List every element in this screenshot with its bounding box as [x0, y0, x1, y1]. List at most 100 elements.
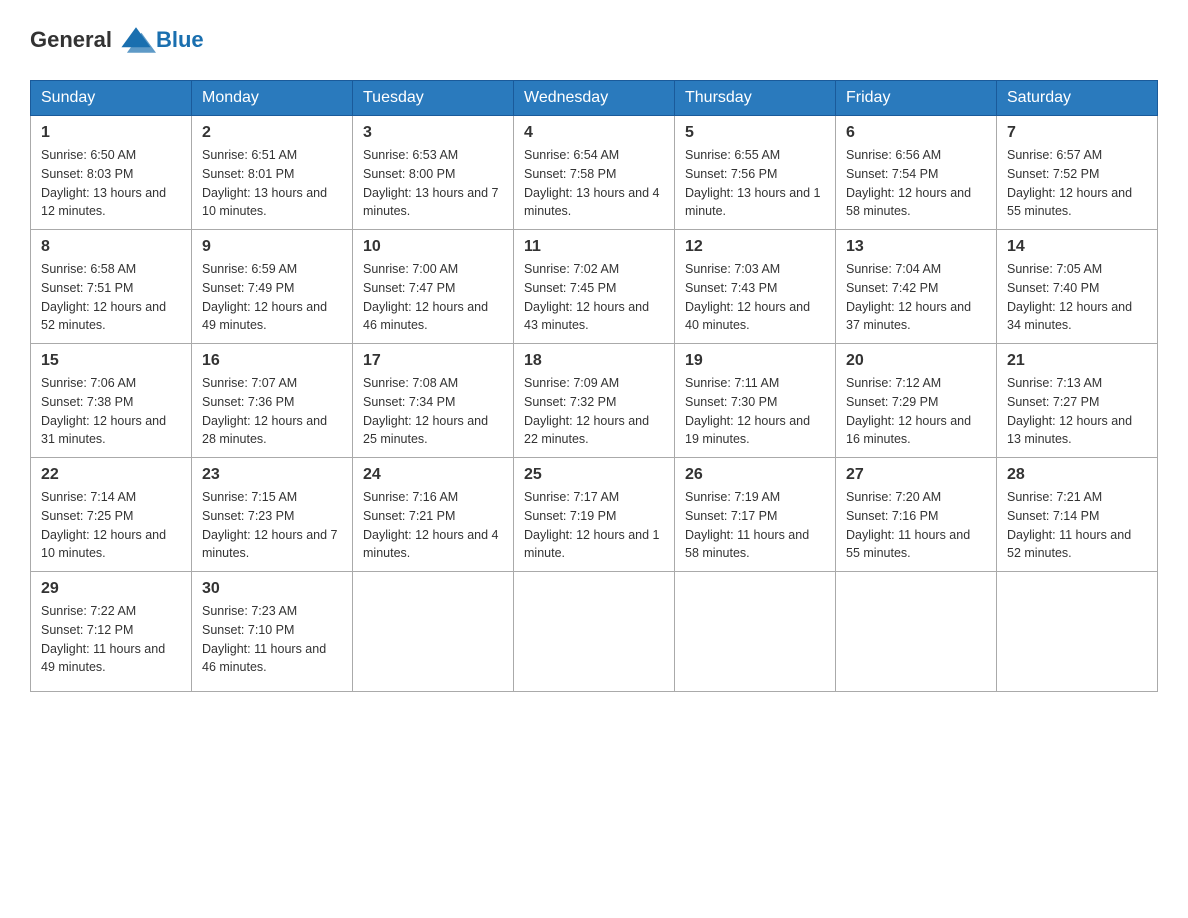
calendar-cell: 23 Sunrise: 7:15 AMSunset: 7:23 PMDayligh… [192, 458, 353, 572]
logo: General Blue [30, 20, 204, 60]
calendar-cell: 12 Sunrise: 7:03 AMSunset: 7:43 PMDayligh… [675, 230, 836, 344]
day-info: Sunrise: 6:58 AMSunset: 7:51 PMDaylight:… [41, 260, 181, 335]
day-info: Sunrise: 6:53 AMSunset: 8:00 PMDaylight:… [363, 146, 503, 221]
day-number: 16 [202, 352, 342, 370]
day-number: 27 [846, 466, 986, 484]
day-number: 22 [41, 466, 181, 484]
day-info: Sunrise: 7:20 AMSunset: 7:16 PMDaylight:… [846, 488, 986, 563]
day-number: 23 [202, 466, 342, 484]
calendar-cell: 26 Sunrise: 7:19 AMSunset: 7:17 PMDayligh… [675, 458, 836, 572]
calendar-week-row: 22 Sunrise: 7:14 AMSunset: 7:25 PMDayligh… [31, 458, 1158, 572]
day-info: Sunrise: 7:13 AMSunset: 7:27 PMDaylight:… [1007, 374, 1147, 449]
day-info: Sunrise: 7:07 AMSunset: 7:36 PMDaylight:… [202, 374, 342, 449]
day-info: Sunrise: 7:03 AMSunset: 7:43 PMDaylight:… [685, 260, 825, 335]
calendar-cell: 6 Sunrise: 6:56 AMSunset: 7:54 PMDaylight… [836, 116, 997, 230]
calendar-cell: 22 Sunrise: 7:14 AMSunset: 7:25 PMDayligh… [31, 458, 192, 572]
day-info: Sunrise: 7:23 AMSunset: 7:10 PMDaylight:… [202, 602, 342, 677]
calendar-cell: 16 Sunrise: 7:07 AMSunset: 7:36 PMDayligh… [192, 344, 353, 458]
calendar-cell: 10 Sunrise: 7:00 AMSunset: 7:47 PMDayligh… [353, 230, 514, 344]
day-info: Sunrise: 7:15 AMSunset: 7:23 PMDaylight:… [202, 488, 342, 563]
day-info: Sunrise: 7:14 AMSunset: 7:25 PMDaylight:… [41, 488, 181, 563]
calendar-cell [997, 572, 1158, 692]
calendar-cell: 21 Sunrise: 7:13 AMSunset: 7:27 PMDayligh… [997, 344, 1158, 458]
calendar-cell: 18 Sunrise: 7:09 AMSunset: 7:32 PMDayligh… [514, 344, 675, 458]
day-number: 5 [685, 124, 825, 142]
calendar-cell: 14 Sunrise: 7:05 AMSunset: 7:40 PMDayligh… [997, 230, 1158, 344]
day-number: 15 [41, 352, 181, 370]
day-number: 3 [363, 124, 503, 142]
day-info: Sunrise: 6:56 AMSunset: 7:54 PMDaylight:… [846, 146, 986, 221]
page-header: General Blue [30, 20, 1158, 60]
day-info: Sunrise: 7:05 AMSunset: 7:40 PMDaylight:… [1007, 260, 1147, 335]
day-info: Sunrise: 7:09 AMSunset: 7:32 PMDaylight:… [524, 374, 664, 449]
calendar-week-row: 8 Sunrise: 6:58 AMSunset: 7:51 PMDaylight… [31, 230, 1158, 344]
day-number: 19 [685, 352, 825, 370]
day-number: 24 [363, 466, 503, 484]
day-number: 12 [685, 238, 825, 256]
day-info: Sunrise: 6:50 AMSunset: 8:03 PMDaylight:… [41, 146, 181, 221]
day-info: Sunrise: 6:54 AMSunset: 7:58 PMDaylight:… [524, 146, 664, 221]
day-info: Sunrise: 7:16 AMSunset: 7:21 PMDaylight:… [363, 488, 503, 563]
day-number: 10 [363, 238, 503, 256]
day-number: 7 [1007, 124, 1147, 142]
calendar-cell: 8 Sunrise: 6:58 AMSunset: 7:51 PMDaylight… [31, 230, 192, 344]
calendar-week-row: 15 Sunrise: 7:06 AMSunset: 7:38 PMDayligh… [31, 344, 1158, 458]
calendar-cell: 27 Sunrise: 7:20 AMSunset: 7:16 PMDayligh… [836, 458, 997, 572]
day-number: 4 [524, 124, 664, 142]
calendar-cell [836, 572, 997, 692]
calendar-cell: 7 Sunrise: 6:57 AMSunset: 7:52 PMDaylight… [997, 116, 1158, 230]
day-info: Sunrise: 7:19 AMSunset: 7:17 PMDaylight:… [685, 488, 825, 563]
day-info: Sunrise: 7:22 AMSunset: 7:12 PMDaylight:… [41, 602, 181, 677]
day-info: Sunrise: 7:08 AMSunset: 7:34 PMDaylight:… [363, 374, 503, 449]
header-thursday: Thursday [675, 81, 836, 116]
day-info: Sunrise: 7:12 AMSunset: 7:29 PMDaylight:… [846, 374, 986, 449]
day-number: 14 [1007, 238, 1147, 256]
calendar-table: SundayMondayTuesdayWednesdayThursdayFrid… [30, 80, 1158, 692]
calendar-cell: 5Sunrise: 6:55 AMSunset: 7:56 PMDaylight… [675, 116, 836, 230]
day-number: 18 [524, 352, 664, 370]
header-monday: Monday [192, 81, 353, 116]
day-info: Sunrise: 6:51 AMSunset: 8:01 PMDaylight:… [202, 146, 342, 221]
calendar-cell [353, 572, 514, 692]
calendar-cell: 9Sunrise: 6:59 AMSunset: 7:49 PMDaylight… [192, 230, 353, 344]
header-sunday: Sunday [31, 81, 192, 116]
day-number: 21 [1007, 352, 1147, 370]
day-number: 8 [41, 238, 181, 256]
day-number: 6 [846, 124, 986, 142]
calendar-cell: 2 Sunrise: 6:51 AMSunset: 8:01 PMDaylight… [192, 116, 353, 230]
calendar-cell [514, 572, 675, 692]
day-number: 2 [202, 124, 342, 142]
calendar-cell: 15 Sunrise: 7:06 AMSunset: 7:38 PMDayligh… [31, 344, 192, 458]
header-tuesday: Tuesday [353, 81, 514, 116]
calendar-cell: 4 Sunrise: 6:54 AMSunset: 7:58 PMDaylight… [514, 116, 675, 230]
day-info: Sunrise: 7:00 AMSunset: 7:47 PMDaylight:… [363, 260, 503, 335]
calendar-cell: 29 Sunrise: 7:22 AMSunset: 7:12 PMDayligh… [31, 572, 192, 692]
calendar-cell: 11Sunrise: 7:02 AMSunset: 7:45 PMDayligh… [514, 230, 675, 344]
calendar-cell: 1 Sunrise: 6:50 AMSunset: 8:03 PMDaylight… [31, 116, 192, 230]
calendar-cell: 25Sunrise: 7:17 AMSunset: 7:19 PMDayligh… [514, 458, 675, 572]
calendar-cell: 17 Sunrise: 7:08 AMSunset: 7:34 PMDayligh… [353, 344, 514, 458]
calendar-cell: 28 Sunrise: 7:21 AMSunset: 7:14 PMDayligh… [997, 458, 1158, 572]
day-number: 13 [846, 238, 986, 256]
day-info: Sunrise: 7:06 AMSunset: 7:38 PMDaylight:… [41, 374, 181, 449]
calendar-cell: 24 Sunrise: 7:16 AMSunset: 7:21 PMDayligh… [353, 458, 514, 572]
header-wednesday: Wednesday [514, 81, 675, 116]
header-saturday: Saturday [997, 81, 1158, 116]
day-number: 26 [685, 466, 825, 484]
day-number: 1 [41, 124, 181, 142]
day-info: Sunrise: 7:21 AMSunset: 7:14 PMDaylight:… [1007, 488, 1147, 563]
day-number: 17 [363, 352, 503, 370]
calendar-cell [675, 572, 836, 692]
logo-text-blue: Blue [156, 27, 204, 53]
day-info: Sunrise: 6:57 AMSunset: 7:52 PMDaylight:… [1007, 146, 1147, 221]
calendar-cell: 30 Sunrise: 7:23 AMSunset: 7:10 PMDayligh… [192, 572, 353, 692]
day-info: Sunrise: 7:02 AMSunset: 7:45 PMDaylight:… [524, 260, 664, 335]
day-number: 29 [41, 580, 181, 598]
header-friday: Friday [836, 81, 997, 116]
calendar-week-row: 29 Sunrise: 7:22 AMSunset: 7:12 PMDayligh… [31, 572, 1158, 692]
day-number: 28 [1007, 466, 1147, 484]
day-number: 30 [202, 580, 342, 598]
calendar-cell: 19Sunrise: 7:11 AMSunset: 7:30 PMDayligh… [675, 344, 836, 458]
day-number: 20 [846, 352, 986, 370]
day-info: Sunrise: 7:17 AMSunset: 7:19 PMDaylight:… [524, 488, 664, 563]
